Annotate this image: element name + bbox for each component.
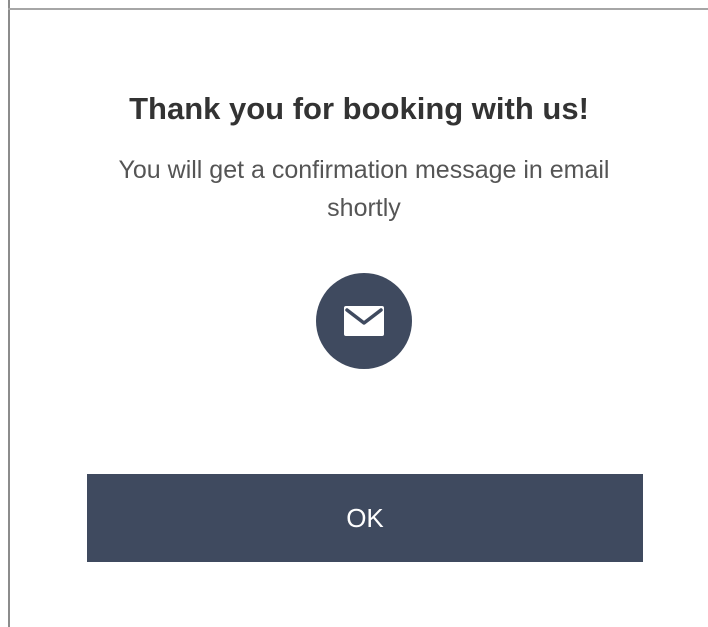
- ok-button[interactable]: OK: [87, 474, 643, 562]
- dialog-top-border: [8, 8, 708, 10]
- dialog-message: You will get a confirmation message in e…: [118, 156, 610, 222]
- booking-confirmation-dialog: Thank you for booking with us! You will …: [0, 0, 708, 627]
- envelope-icon: [344, 306, 384, 336]
- dialog-title: Thank you for booking with us!: [129, 91, 589, 126]
- mail-badge: [316, 273, 412, 369]
